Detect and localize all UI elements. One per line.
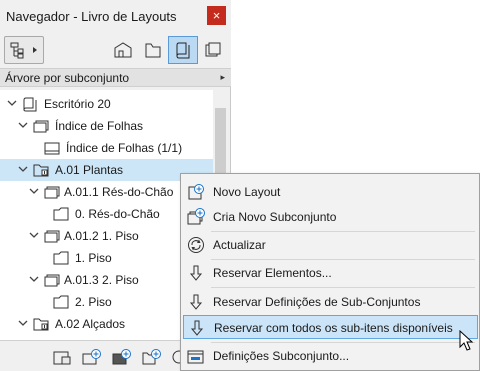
- refresh-icon: [188, 237, 204, 253]
- layout-icon: [53, 251, 69, 265]
- menu-separator: [211, 231, 475, 232]
- tree-row-label: A.01.2 1. Piso: [64, 229, 139, 243]
- close-button[interactable]: ×: [207, 6, 226, 25]
- tree-row-label: Escritório 20: [44, 97, 111, 111]
- subset-folder-icon: [33, 318, 49, 331]
- tree-view-selector[interactable]: Árvore por subconjunto ▸: [0, 68, 231, 87]
- chevron-right-icon: ▸: [220, 72, 225, 82]
- chevron-down-icon[interactable]: [29, 274, 39, 284]
- layout-book-button[interactable]: [168, 36, 198, 64]
- project-map-icon: [114, 42, 132, 58]
- layout-book-icon: [23, 97, 37, 112]
- menu-item-subset-settings[interactable]: Definições Subconjunto...: [183, 344, 478, 368]
- project-map-button[interactable]: [108, 36, 138, 64]
- chevron-down-icon[interactable]: [18, 318, 28, 328]
- reserve-arrow-icon: [190, 320, 204, 336]
- chevron-down-icon[interactable]: [7, 98, 17, 108]
- menu-item-label: Reservar Elementos...: [213, 266, 332, 280]
- chevron-down-icon[interactable]: [18, 120, 28, 130]
- menu-item-reserve-all-subitems[interactable]: Reservar com todos os sub-itens disponív…: [183, 315, 478, 339]
- view-map-icon: [145, 43, 161, 58]
- tree-row-label: A.01.3 2. Piso: [64, 273, 139, 287]
- new-folder-icon[interactable]: [142, 348, 162, 366]
- chevron-down-icon[interactable]: [29, 230, 39, 240]
- tree-row-label: Índice de Folhas (1/1): [66, 141, 183, 155]
- menu-item-reserve-subset-settings[interactable]: Reservar Definições de Sub-Conjuntos: [183, 290, 478, 314]
- tree-row-indice-folhas[interactable]: Índice de Folhas: [0, 115, 213, 137]
- new-layout-icon: [188, 184, 204, 200]
- subset-icon: [33, 120, 49, 133]
- new-subset-icon: [187, 208, 205, 225]
- publisher-sets-icon: [205, 42, 221, 57]
- menu-separator: [211, 287, 475, 288]
- new-master-icon[interactable]: [112, 348, 132, 366]
- context-menu: Novo Layout Cria Novo Subconjunto Actual…: [180, 173, 480, 371]
- menu-item-label: Definições Subconjunto...: [213, 349, 350, 363]
- chevron-down-icon[interactable]: [18, 164, 28, 174]
- menu-item-label: Cria Novo Subconjunto: [213, 210, 337, 224]
- tree-row-label: 2. Piso: [75, 295, 112, 309]
- tree-row-label: 0. Rés-do-Chão: [75, 207, 160, 221]
- tree-row-label: A.01.1 Rés-do-Chão: [64, 185, 174, 199]
- tree-view-selector-label: Árvore por subconjunto: [5, 71, 130, 85]
- tree-row-label: A.02 Alçados: [55, 317, 126, 331]
- layout-icon: [53, 295, 69, 309]
- tree-row-label: 1. Piso: [75, 251, 112, 265]
- mouse-cursor-icon: [459, 330, 474, 351]
- menu-item-new-subset[interactable]: Cria Novo Subconjunto: [183, 205, 478, 229]
- tree-row-label: A.01 Plantas: [55, 163, 124, 177]
- layout-book-icon: [176, 42, 190, 59]
- tree-row-label: Índice de Folhas: [55, 119, 144, 133]
- menu-item-new-layout[interactable]: Novo Layout: [183, 180, 478, 204]
- organizer-menu-button[interactable]: [4, 36, 44, 64]
- subset-icon: [44, 186, 60, 199]
- subset-icon: [44, 230, 60, 243]
- subset-settings-icon: [187, 350, 204, 364]
- reserve-arrow-icon: [189, 265, 203, 281]
- subset-icon: [44, 274, 60, 287]
- organizer-icon: [10, 42, 37, 59]
- menu-separator: [211, 259, 475, 260]
- title-bar: Navegador - Livro de Layouts ×: [0, 0, 231, 32]
- view-map-button[interactable]: [138, 36, 168, 64]
- new-subset-icon[interactable]: [82, 348, 102, 366]
- window-title: Navegador - Livro de Layouts: [6, 9, 177, 24]
- reserve-arrow-icon: [189, 294, 203, 310]
- menu-item-label: Novo Layout: [213, 185, 281, 199]
- subset-folder-icon: [33, 164, 49, 177]
- layout-icon: [53, 207, 69, 221]
- menu-item-label: Actualizar: [213, 238, 266, 252]
- menu-item-refresh[interactable]: Actualizar: [183, 233, 478, 257]
- menu-item-label: Reservar Definições de Sub-Conjuntos: [213, 295, 421, 309]
- menu-separator: [211, 342, 475, 343]
- menu-item-reserve-elements[interactable]: Reservar Elementos...: [183, 261, 478, 285]
- tree-row-indice-folhas-layout[interactable]: Índice de Folhas (1/1): [0, 137, 213, 159]
- layout-icon: [44, 142, 60, 155]
- new-layout-icon[interactable]: [52, 348, 72, 366]
- navigator-toolbar: [0, 32, 231, 68]
- close-icon: ×: [212, 8, 221, 23]
- menu-item-label: Reservar com todos os sub-itens disponív…: [214, 321, 453, 335]
- tree-row-escritorio[interactable]: Escritório 20: [0, 93, 213, 115]
- chevron-down-icon[interactable]: [29, 186, 39, 196]
- publisher-sets-button[interactable]: [198, 36, 228, 64]
